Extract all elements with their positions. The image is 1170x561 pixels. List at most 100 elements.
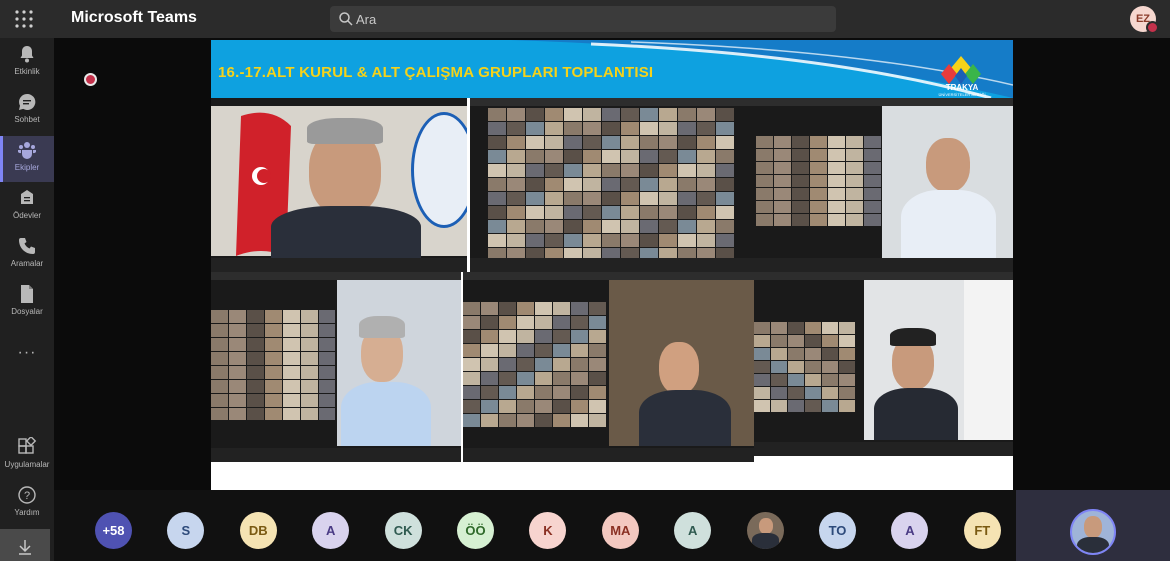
video-panel-2 bbox=[470, 98, 756, 272]
participant-thumbnail bbox=[488, 122, 506, 135]
participant-avatar[interactable]: CK bbox=[384, 512, 422, 549]
video-panel-6 bbox=[754, 272, 1013, 456]
logo-text: TRAKYA bbox=[945, 83, 979, 92]
participant-thumbnail bbox=[247, 352, 264, 365]
participant-avatar[interactable]: A bbox=[674, 512, 712, 549]
participant-thumbnail bbox=[659, 178, 677, 191]
participant-thumbnail bbox=[507, 164, 525, 177]
user-avatar[interactable]: EZ bbox=[1130, 6, 1159, 34]
participant-thumbnail bbox=[602, 248, 620, 258]
participant-thumbnail bbox=[589, 358, 606, 371]
participant-thumbnail bbox=[788, 400, 804, 412]
participant-thumbnail bbox=[716, 206, 734, 219]
participant-avatar[interactable]: DB bbox=[239, 512, 277, 549]
self-view-avatar bbox=[1070, 509, 1116, 555]
participant-thumbnail bbox=[756, 149, 773, 161]
participant-thumbnail bbox=[301, 408, 318, 420]
participant-thumbnail bbox=[481, 330, 498, 343]
participant-thumbnail bbox=[499, 316, 516, 329]
sidebar-item-activity[interactable]: Etkinlik bbox=[0, 40, 54, 86]
participant-thumbnail bbox=[301, 310, 318, 323]
participant-thumbnail bbox=[810, 175, 827, 187]
participant-initials: CK bbox=[393, 523, 413, 538]
sidebar-item-calls[interactable]: Aramalar bbox=[0, 232, 54, 278]
search-input[interactable]: Ara bbox=[330, 6, 836, 32]
participant-thumbnail bbox=[678, 248, 696, 258]
participant-thumbnail bbox=[678, 122, 696, 135]
participant-thumbnail bbox=[507, 108, 525, 121]
speaker-face bbox=[926, 138, 970, 192]
participant-thumbnail bbox=[319, 366, 335, 379]
participant-thumbnail bbox=[805, 400, 821, 412]
sidebar-item-files[interactable]: Dosyalar bbox=[0, 280, 54, 326]
search-icon bbox=[339, 12, 353, 26]
participant-thumbnail bbox=[659, 192, 677, 205]
participant-thumbnail bbox=[526, 136, 544, 149]
participant-thumbnail bbox=[792, 201, 809, 213]
participant-thumbnail bbox=[583, 206, 601, 219]
more-apps-button[interactable]: ··· bbox=[0, 344, 54, 362]
participant-thumbnail bbox=[553, 386, 570, 399]
participant-avatar[interactable]: TO bbox=[819, 512, 856, 549]
participant-thumbnail bbox=[583, 192, 601, 205]
participant-thumbnail bbox=[602, 234, 620, 247]
participant-thumbnail bbox=[517, 330, 534, 343]
slide-title: 16.-17.ALT KURUL & ALT ÇALIŞMA GRUPLARI … bbox=[218, 64, 654, 81]
download-button[interactable] bbox=[0, 529, 50, 561]
participant-thumbnail bbox=[545, 248, 563, 258]
participant-thumbnail bbox=[583, 150, 601, 163]
participant-thumbnail bbox=[774, 188, 791, 200]
participant-initials: +58 bbox=[102, 523, 125, 538]
participant-thumbnail bbox=[828, 162, 845, 174]
sidebar-item-label: Dosyalar bbox=[11, 307, 43, 316]
participant-avatar[interactable]: A bbox=[312, 512, 350, 549]
participant-thumbnail bbox=[517, 414, 534, 427]
sidebar-item-assignments[interactable]: Ödevler bbox=[0, 184, 54, 230]
participant-thumbnail bbox=[678, 234, 696, 247]
sidebar-item-chat[interactable]: Sohbet bbox=[0, 88, 54, 134]
more-participants-button[interactable]: +58 bbox=[95, 512, 132, 549]
participant-thumbnail bbox=[621, 108, 639, 121]
participant-grid bbox=[463, 302, 606, 427]
participant-thumbnail bbox=[716, 150, 734, 163]
participant-grid bbox=[754, 322, 855, 412]
sidebar-item-apps[interactable]: Uygulamalar bbox=[0, 433, 54, 479]
participant-avatar[interactable]: ÖÖ bbox=[457, 512, 494, 549]
participant-thumbnail bbox=[481, 358, 498, 371]
participant-avatar[interactable] bbox=[746, 512, 784, 549]
participant-thumbnail bbox=[535, 414, 552, 427]
panel-controls bbox=[756, 258, 1013, 272]
participant-thumbnail bbox=[481, 414, 498, 427]
participant-thumbnail bbox=[589, 400, 606, 413]
participant-avatar[interactable]: MA bbox=[601, 512, 639, 549]
participant-thumbnail bbox=[488, 206, 506, 219]
participant-thumbnail bbox=[716, 136, 734, 149]
participant-thumbnail bbox=[788, 387, 804, 399]
participant-thumbnail bbox=[265, 352, 282, 365]
participant-thumbnail bbox=[564, 108, 582, 121]
sidebar-item-help[interactable]: ? Yardım bbox=[0, 481, 54, 527]
participant-thumbnail bbox=[553, 372, 570, 385]
participant-thumbnail bbox=[774, 162, 791, 174]
participant-thumbnail bbox=[771, 335, 787, 347]
participant-thumbnail bbox=[463, 344, 480, 357]
participant-thumbnail bbox=[583, 248, 601, 258]
participant-thumbnail bbox=[247, 338, 264, 351]
participant-thumbnail bbox=[602, 192, 620, 205]
participant-avatar[interactable]: FT bbox=[963, 512, 1001, 549]
participant-thumbnail bbox=[481, 344, 498, 357]
participant-thumbnail bbox=[771, 374, 787, 386]
app-launcher-icon[interactable] bbox=[14, 9, 34, 29]
participant-thumbnail bbox=[211, 394, 228, 407]
participant-thumbnail bbox=[488, 234, 506, 247]
participant-thumbnail bbox=[678, 220, 696, 233]
participant-thumbnail bbox=[602, 108, 620, 121]
participant-thumbnail bbox=[810, 162, 827, 174]
participant-thumbnail bbox=[319, 310, 335, 323]
participant-thumbnail bbox=[822, 335, 838, 347]
participant-thumbnail bbox=[247, 408, 264, 420]
sidebar-item-teams[interactable]: Ekipler bbox=[0, 136, 54, 182]
logo-subtext: ÜNİVERSİTELER BİRLİĞİ bbox=[938, 92, 986, 97]
participant-thumbnail bbox=[564, 178, 582, 191]
participant-thumbnail bbox=[545, 122, 563, 135]
